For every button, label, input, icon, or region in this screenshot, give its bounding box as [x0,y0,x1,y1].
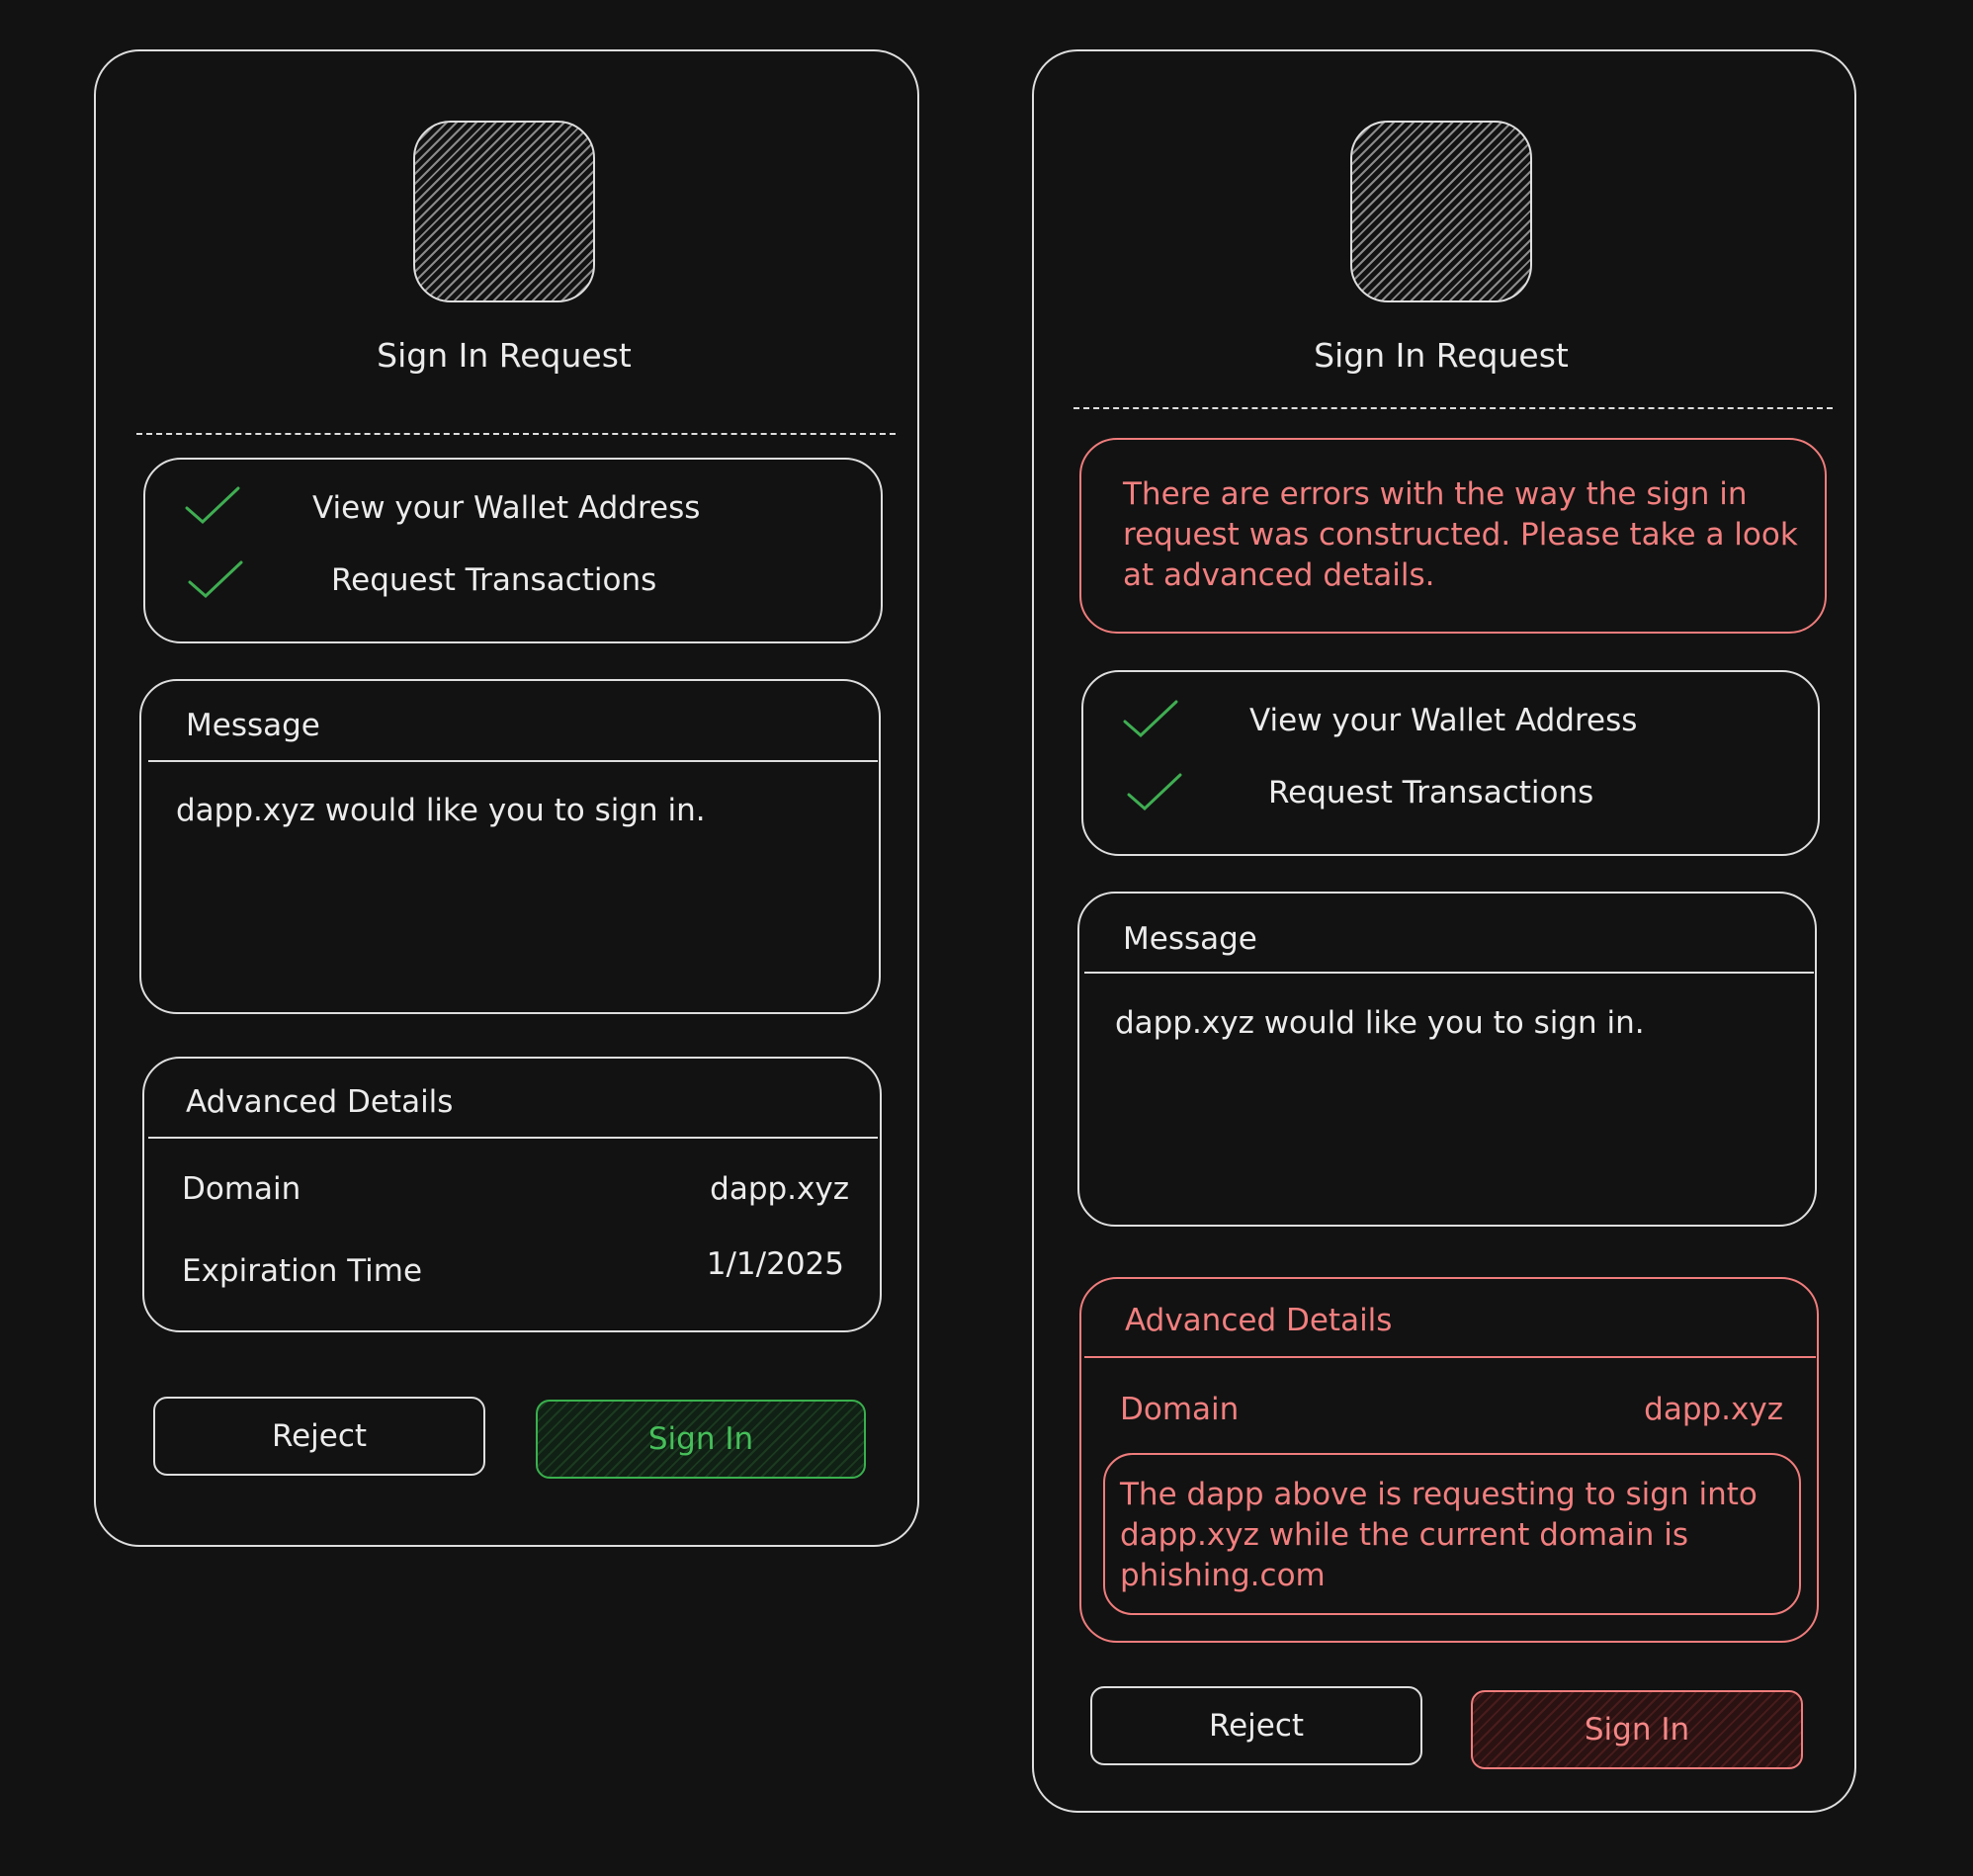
permission-view-wallet: View your Wallet Address [1249,703,1638,738]
message-body: dapp.xyz would like you to sign in. [1115,1005,1645,1041]
advanced-details-header: Advanced Details [186,1084,454,1120]
expiration-value: 1/1/2025 [706,1246,844,1282]
permission-request-transactions: Request Transactions [331,562,657,598]
permission-request-transactions: Request Transactions [1268,775,1594,810]
advanced-details-header: Advanced Details [1125,1303,1393,1338]
domain-label: Domain [182,1171,301,1207]
header-divider [1073,407,1833,409]
domain-label: Domain [1120,1392,1240,1427]
error-banner-text: There are errors with the way the sign i… [1123,476,1798,593]
message-body: dapp.xyz would like you to sign in. [176,793,706,828]
sign-in-button[interactable]: Sign In [1471,1690,1803,1769]
app-logo-placeholder-icon [413,121,595,302]
sign-in-button[interactable]: Sign In [536,1400,866,1479]
domain-value: dapp.xyz [710,1171,849,1207]
reject-button[interactable]: Reject [1090,1686,1422,1765]
checkmark-icon [1123,700,1178,738]
checkmark-icon [188,560,243,599]
message-header: Message [1123,921,1257,957]
permission-view-wallet: View your Wallet Address [312,490,701,526]
header-divider [136,433,896,435]
checkmark-icon [185,486,240,525]
domain-warning-text: The dapp above is requesting to sign int… [1120,1477,1758,1593]
advanced-details-divider [1084,1356,1816,1358]
page-title: Sign In Request [1314,336,1569,375]
domain-value: dapp.xyz [1644,1392,1783,1427]
expiration-label: Expiration Time [182,1253,423,1289]
message-divider [1084,972,1814,974]
advanced-details-divider [148,1137,878,1139]
checkmark-icon [1127,773,1182,811]
permissions-box [143,458,883,643]
permissions-box [1081,670,1820,856]
message-divider [148,760,878,762]
app-logo-placeholder-icon [1350,121,1532,302]
message-header: Message [186,708,320,743]
page-title: Sign In Request [377,336,632,375]
reject-button[interactable]: Reject [153,1397,485,1476]
